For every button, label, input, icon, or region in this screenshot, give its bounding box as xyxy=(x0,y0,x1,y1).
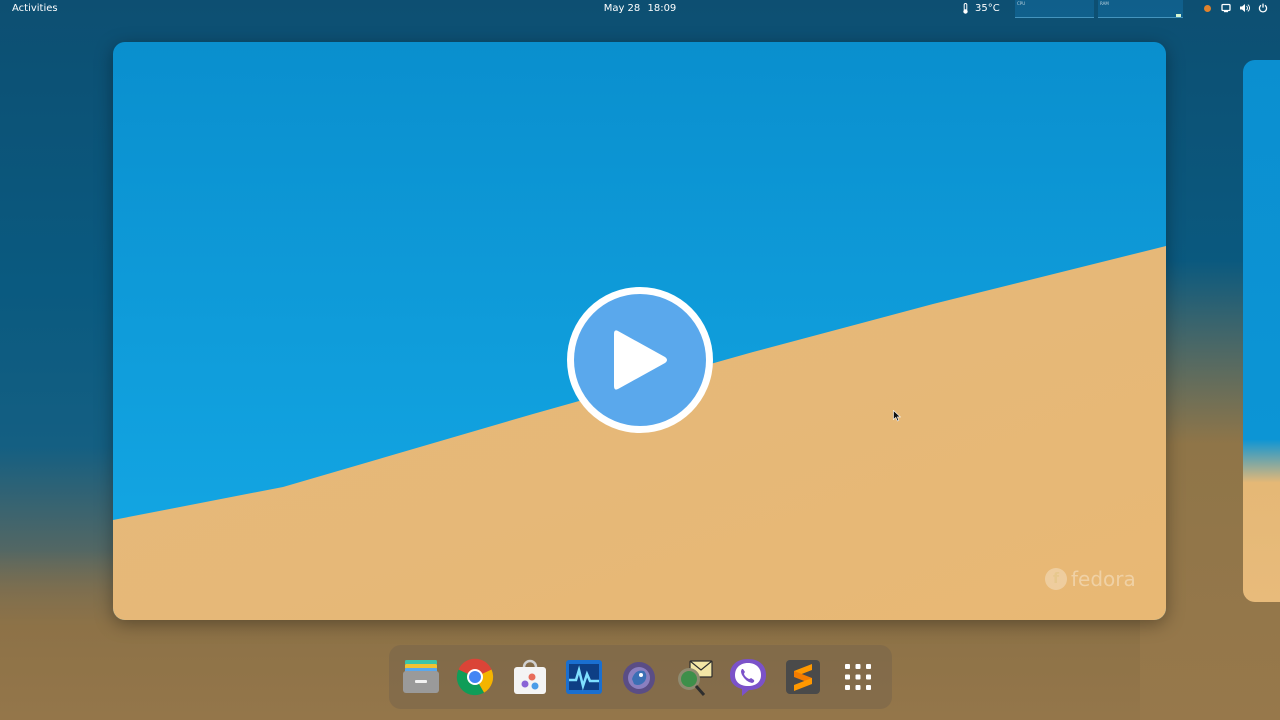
ram-graph-bar xyxy=(1176,14,1181,17)
cpu-graph[interactable]: CPU xyxy=(1015,0,1094,18)
fedora-watermark-text: fedora xyxy=(1071,567,1136,591)
thermometer-icon xyxy=(963,3,968,14)
mail-icon[interactable] xyxy=(674,657,714,697)
temperature-value: 35°C xyxy=(975,3,1000,14)
power-icon[interactable] xyxy=(1258,3,1268,13)
ram-graph[interactable]: RAM xyxy=(1098,0,1183,18)
files-icon[interactable] xyxy=(401,657,441,697)
window-preview-secondary[interactable] xyxy=(1243,60,1280,602)
dock xyxy=(389,645,892,709)
gimp-icon[interactable] xyxy=(619,657,659,697)
mouse-cursor-icon xyxy=(893,407,902,426)
window-preview-video[interactable]: f fedora xyxy=(113,42,1166,620)
app-grid-icon[interactable] xyxy=(838,657,878,697)
cpu-graph-label: CPU xyxy=(1017,1,1026,6)
fedora-watermark: f fedora xyxy=(1045,567,1136,591)
temperature-indicator[interactable]: 35°C xyxy=(962,3,1000,14)
play-icon xyxy=(614,330,667,390)
clock-time: 18:09 xyxy=(647,3,677,14)
play-button[interactable] xyxy=(567,287,713,433)
status-indicator-icon[interactable] xyxy=(1204,5,1211,12)
system-monitor-icon[interactable] xyxy=(564,657,604,697)
viber-icon[interactable] xyxy=(728,657,768,697)
clock-date: May 28 xyxy=(603,3,641,14)
volume-icon[interactable] xyxy=(1239,3,1250,13)
play-button-inner xyxy=(574,294,706,426)
software-icon[interactable] xyxy=(510,657,550,697)
sublime-text-icon[interactable] xyxy=(783,657,823,697)
chrome-icon[interactable] xyxy=(455,657,495,697)
fedora-logo-icon: f xyxy=(1045,568,1067,590)
ram-graph-label: RAM xyxy=(1100,1,1109,6)
top-bar: Activities May 28 18:09 35°C CPU RAM xyxy=(0,0,1280,18)
screen-icon[interactable] xyxy=(1221,3,1231,13)
